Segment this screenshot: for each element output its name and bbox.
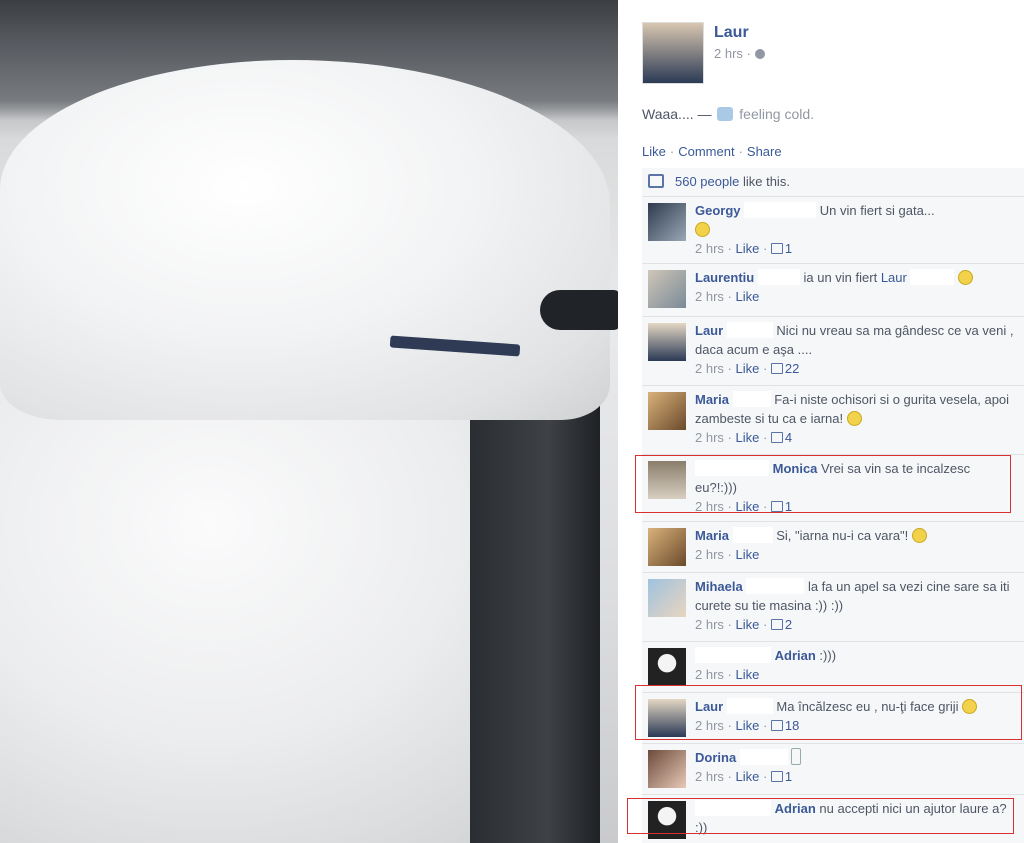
- comment-like-count[interactable]: 1: [785, 769, 792, 784]
- commenter-name[interactable]: Monica: [773, 461, 818, 476]
- thumbs-up-icon: [770, 619, 783, 630]
- commenter-name[interactable]: Mihaela: [695, 579, 743, 594]
- comment-text: la fa un apel sa vezi cine sare sa iti c…: [695, 579, 1010, 613]
- thumbs-up-icon: [770, 501, 783, 512]
- thumbs-up-icon: [770, 243, 783, 254]
- comment-text: Ma încălzesc eu , nu-ţi face griji: [776, 699, 959, 714]
- comment-text: Un vin fiert si gata...: [819, 203, 935, 218]
- post-time[interactable]: 2 hrs ·: [714, 46, 765, 61]
- commenter-avatar[interactable]: [648, 392, 686, 430]
- commenter-name[interactable]: Laur: [695, 699, 723, 714]
- thumbs-up-icon: [770, 720, 783, 731]
- bottle-emoji-icon: [791, 748, 802, 765]
- commenter-name[interactable]: Dorina: [695, 750, 736, 765]
- likes-count[interactable]: 560 people: [675, 174, 739, 189]
- author-avatar[interactable]: [642, 22, 704, 84]
- comment-like-count[interactable]: 2: [785, 617, 792, 632]
- commenter-name[interactable]: Adrian: [775, 801, 816, 816]
- comment-link[interactable]: Comment: [678, 144, 734, 159]
- commenter-name[interactable]: Laur: [695, 323, 723, 338]
- comment-like-link[interactable]: Like: [735, 718, 759, 733]
- mention-link[interactable]: Laur: [881, 270, 907, 285]
- comment-like-count[interactable]: 18: [785, 718, 799, 733]
- comment: Maria Si, "iarna nu-i ca vara"! 2 hrs · …: [642, 522, 1024, 573]
- comment: Adrian nu accepti nici un ajutor laure a…: [642, 795, 1024, 843]
- smile-emoji-icon: [695, 222, 710, 237]
- smile-emoji-icon: [958, 270, 974, 285]
- comment: Laur Nici nu vreau sa ma gândesc ce va v…: [642, 317, 1024, 386]
- comment: Georgy Un vin fiert si gata... 2 hrs · L…: [642, 197, 1024, 264]
- comment-like-count[interactable]: 22: [785, 361, 799, 376]
- post-panel: Laur 2 hrs · Waaa.... — feeling cold. Li…: [618, 0, 1024, 843]
- commenter-avatar[interactable]: [648, 461, 686, 499]
- comment-like-link[interactable]: Like: [735, 361, 759, 376]
- thumbs-up-icon: [648, 174, 664, 188]
- comment-like-link[interactable]: Like: [735, 667, 759, 682]
- post-status: Waaa.... — feeling cold.: [642, 106, 815, 122]
- like-link[interactable]: Like: [642, 144, 666, 159]
- thumbs-up-icon: [770, 432, 783, 443]
- commenter-name[interactable]: Maria: [695, 392, 729, 407]
- commenter-name[interactable]: Laurentiu: [695, 270, 754, 285]
- cold-face-icon: [717, 107, 734, 121]
- feeling-label: feeling cold.: [739, 106, 815, 122]
- globe-icon: [754, 49, 765, 59]
- comment-like-count[interactable]: 1: [785, 499, 792, 514]
- comment-like-link[interactable]: Like: [735, 289, 759, 304]
- comment: Mihaela la fa un apel sa vezi cine sare …: [642, 573, 1024, 642]
- car-roof-snow: [0, 60, 610, 420]
- commenter-name[interactable]: Adrian: [775, 648, 816, 663]
- comment-like-link[interactable]: Like: [735, 547, 759, 562]
- comment: Maria Fa-i niste ochisori si o gurita ve…: [642, 386, 1024, 455]
- comment-like-count[interactable]: 1: [785, 241, 792, 256]
- comment-text: :))): [819, 648, 837, 663]
- comment-like-link[interactable]: Like: [735, 430, 759, 445]
- side-mirror: [540, 290, 618, 330]
- comment: Laurentiu ia un vin fiert Laur 2 hrs · L…: [642, 264, 1024, 317]
- commenter-name[interactable]: Georgy: [695, 203, 741, 218]
- commenter-avatar[interactable]: [648, 648, 686, 686]
- comment-like-link[interactable]: Like: [735, 769, 759, 784]
- comment: Dorina 2 hrs · Like · 1: [642, 744, 1024, 795]
- commenter-avatar[interactable]: [648, 528, 686, 566]
- share-link[interactable]: Share: [747, 144, 782, 159]
- commenter-avatar[interactable]: [648, 323, 686, 361]
- comment-like-count[interactable]: 4: [785, 430, 792, 445]
- author-name[interactable]: Laur: [714, 24, 749, 42]
- comment-like-link[interactable]: Like: [735, 241, 759, 256]
- thumbs-up-icon: [770, 771, 783, 782]
- comment-text: ia un vin fiert: [803, 270, 878, 285]
- comment: Monica Vrei sa vin sa te incalzesc eu?!:…: [642, 455, 1024, 522]
- likes-summary: 560 people like this.: [642, 168, 1024, 197]
- smile-emoji-icon: [962, 699, 978, 714]
- comment: Laur Ma încălzesc eu , nu-ţi face griji …: [642, 693, 1024, 744]
- post-photo-snowy-car[interactable]: [0, 0, 618, 843]
- wink-emoji-icon: [911, 528, 927, 543]
- commenter-avatar[interactable]: [648, 750, 686, 788]
- commenter-avatar[interactable]: [648, 203, 686, 241]
- thumbs-up-icon: [770, 363, 783, 374]
- commenter-avatar[interactable]: [648, 579, 686, 617]
- commenter-avatar[interactable]: [648, 699, 686, 737]
- commenter-name[interactable]: Maria: [695, 528, 729, 543]
- post-actions: Like · Comment · Share: [642, 144, 782, 159]
- commenter-avatar[interactable]: [648, 801, 686, 839]
- commenter-avatar[interactable]: [648, 270, 686, 308]
- comment-like-link[interactable]: Like: [735, 499, 759, 514]
- comment: Adrian :))) 2 hrs · Like: [642, 642, 1024, 693]
- comment-like-link[interactable]: Like: [735, 617, 759, 632]
- smile-emoji-icon: [846, 411, 862, 426]
- comment-text: Si, "iarna nu-i ca vara"!: [776, 528, 909, 543]
